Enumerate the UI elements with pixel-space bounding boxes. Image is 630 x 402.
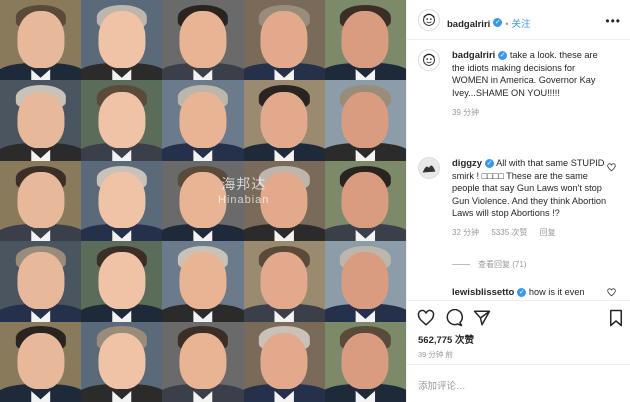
portrait-tile xyxy=(243,241,325,322)
portrait-tile xyxy=(0,160,82,242)
face-shape xyxy=(179,252,227,309)
face-shape xyxy=(260,91,308,148)
comment-likes[interactable]: 5335 次赞 xyxy=(491,228,527,237)
face-shape xyxy=(17,172,65,229)
avatar-drawing-icon xyxy=(423,53,435,66)
faces-collage xyxy=(0,0,406,402)
comment-bubble-icon[interactable] xyxy=(445,309,463,327)
face-shape xyxy=(341,252,389,309)
follow-button[interactable]: 关注 xyxy=(511,19,530,30)
more-options-icon[interactable]: ••• xyxy=(605,14,621,28)
comment-body: lewisblissetto ✓ how is it even xyxy=(452,286,612,299)
comment-username[interactable]: diggzy xyxy=(452,158,482,169)
comments-list: badgalriri ✓ take a look. these are the i… xyxy=(407,40,630,300)
face-shape xyxy=(98,91,146,148)
portrait-tile xyxy=(243,80,325,161)
avatar[interactable] xyxy=(418,9,440,31)
portrait-tile xyxy=(0,0,82,81)
dot-separator: • xyxy=(505,19,509,29)
username-link[interactable]: badgalriri xyxy=(447,19,490,30)
face-shape xyxy=(98,172,146,229)
face-shape xyxy=(98,252,146,309)
portrait-tile xyxy=(324,0,406,81)
add-comment-input[interactable]: 添加评论… xyxy=(418,378,466,392)
save-bookmark-icon[interactable] xyxy=(607,309,625,327)
face-shape xyxy=(179,91,227,148)
portrait-tile xyxy=(243,0,325,81)
like-comment-heart-icon[interactable] xyxy=(607,163,616,172)
comment-username[interactable]: badgalriri xyxy=(452,50,495,61)
comment-text: how is it even xyxy=(528,287,585,297)
comment-username[interactable]: lewisblissetto xyxy=(452,287,514,298)
watermark-text-cn: 海邦达 xyxy=(221,176,267,192)
portrait-tile xyxy=(162,0,244,81)
header-user-row: badgalriri ✓ • 关注 xyxy=(447,14,530,32)
avatar-drawing-icon xyxy=(423,13,435,26)
likes-count[interactable]: 562,775 次赞 xyxy=(418,332,474,346)
face-shape xyxy=(341,11,389,68)
comment-time[interactable]: 32 分钟 xyxy=(452,228,479,237)
portrait-tile xyxy=(324,321,406,402)
avatar[interactable] xyxy=(418,49,440,71)
face-shape xyxy=(98,332,146,390)
portrait-tile xyxy=(162,241,244,322)
add-comment-bar: 添加评论… xyxy=(407,364,630,402)
post-image[interactable]: 海邦达 Hinabian xyxy=(0,0,406,402)
verified-badge-icon: ✓ xyxy=(493,18,503,28)
like-comment-heart-icon[interactable] xyxy=(607,288,616,297)
verified-badge-icon: ✓ xyxy=(517,288,527,298)
portrait-tile xyxy=(81,160,163,242)
face-shape xyxy=(17,332,65,390)
portrait-tile xyxy=(324,80,406,161)
portrait-tile xyxy=(0,80,82,161)
portrait-tile xyxy=(0,321,82,402)
face-shape xyxy=(17,91,65,148)
post-side-panel: badgalriri ✓ • 关注 ••• badgalriri ✓ take a lo xyxy=(406,0,630,402)
verified-badge-icon: ✓ xyxy=(498,51,508,61)
portrait-tile xyxy=(0,241,82,322)
face-shape xyxy=(341,91,389,148)
portrait-tile xyxy=(81,321,163,402)
portrait-tile xyxy=(162,80,244,161)
face-shape xyxy=(260,252,308,309)
portrait-tile xyxy=(81,80,163,161)
portrait-tile xyxy=(162,321,244,402)
face-shape xyxy=(98,11,146,68)
reply-button[interactable]: 回复 xyxy=(540,228,556,237)
face-shape xyxy=(179,332,227,390)
avatar[interactable] xyxy=(418,157,440,179)
comment-body: badgalriri ✓ take a look. these are the i… xyxy=(452,49,612,119)
view-replies-link[interactable]: 查看回复 (71) xyxy=(452,259,526,270)
comment-body: diggzy ✓ All with that same STUPID smirk … xyxy=(452,157,612,239)
instagram-post: 海邦达 Hinabian badgalriri ✓ • 关注 ••• badga… xyxy=(0,0,630,402)
watermark: 海邦达 Hinabian xyxy=(218,176,269,208)
face-shape xyxy=(341,332,389,390)
post-timestamp: 39 分钟 前 xyxy=(418,350,454,359)
face-shape xyxy=(17,252,65,309)
portrait-tile xyxy=(324,160,406,242)
face-shape xyxy=(17,11,65,68)
comment-time[interactable]: 39 分钟 xyxy=(452,108,479,117)
comment-meta: 32 分钟 5335 次赞 回复 xyxy=(452,227,612,239)
portrait-tile xyxy=(324,241,406,322)
portrait-tile xyxy=(81,241,163,322)
comment-meta: 39 分钟 xyxy=(452,107,612,119)
verified-badge-icon: ✓ xyxy=(485,159,495,169)
face-shape xyxy=(341,172,389,229)
face-shape xyxy=(260,332,308,390)
like-heart-icon[interactable] xyxy=(417,309,435,327)
portrait-tile xyxy=(243,321,325,402)
watermark-text-en: Hinabian xyxy=(218,194,270,206)
share-icon[interactable] xyxy=(473,309,491,327)
face-shape xyxy=(179,11,227,68)
portrait-tile xyxy=(81,0,163,81)
post-header: badgalriri ✓ • 关注 ••• xyxy=(407,0,630,40)
avatar-photo-icon xyxy=(419,158,439,178)
face-shape xyxy=(260,11,308,68)
